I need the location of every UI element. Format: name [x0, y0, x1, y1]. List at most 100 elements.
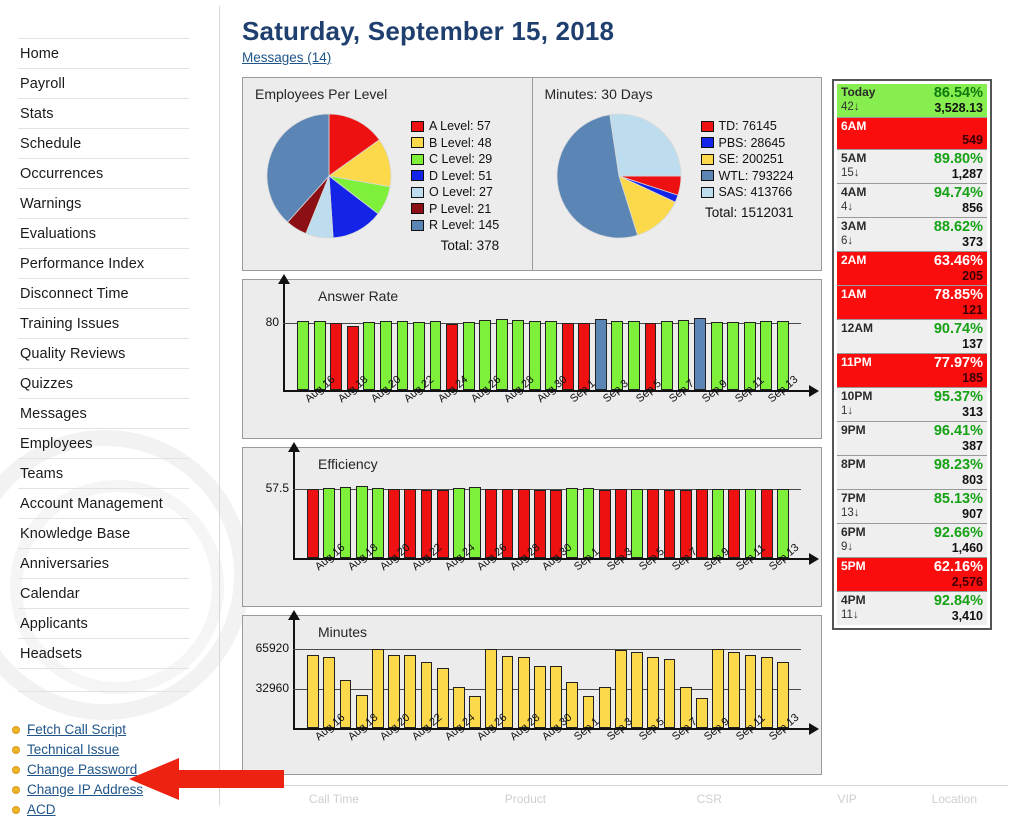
legend-label: P Level: 21: [429, 201, 492, 216]
legend-swatch-p-level: [411, 203, 424, 215]
hourly-row-9pm[interactable]: 9PM 96.41% 387: [837, 422, 987, 456]
hour-count: 549: [962, 133, 983, 147]
sidebar-item-knowledge-base[interactable]: Knowledge Base: [18, 519, 189, 549]
hourly-row-11pm[interactable]: 11PM 77.97% 185: [837, 354, 987, 388]
hour-count: 1,287: [951, 167, 983, 181]
sidebar-item-quality-reviews[interactable]: Quality Reviews: [18, 339, 189, 369]
legend-swatch-d-level: [411, 170, 424, 182]
hour-percentage: 98.23%: [933, 457, 983, 473]
legend-item: TD: 76145: [700, 118, 794, 135]
hourly-row-today[interactable]: Today 86.54% 42↓ 3,528.13: [837, 84, 987, 118]
hourly-row-8pm[interactable]: 8PM 98.23% 803: [837, 456, 987, 490]
sidebar-item-training-issues[interactable]: Training Issues: [18, 309, 189, 339]
legend-label: D Level: 51: [429, 168, 493, 183]
legend-swatch-td: [700, 120, 714, 132]
y-tick-label: 65920: [255, 641, 289, 656]
sidebar-item-calendar[interactable]: Calendar: [18, 579, 189, 609]
sidebar-item-headsets[interactable]: Headsets: [18, 639, 189, 669]
quick-link-technical-issue[interactable]: Technical Issue: [27, 742, 119, 757]
hour-count: 3,410: [951, 609, 983, 623]
sidebar-item-performance-index[interactable]: Performance Index: [18, 249, 189, 279]
pie-chart-employees-per-level: Employees Per Level A Level: 57 B Level: …: [243, 78, 532, 270]
hourly-row-3am[interactable]: 3AM 88.62% 6↓ 373: [837, 218, 987, 252]
hour-count: 2,576: [951, 575, 983, 589]
sidebar-item-schedule[interactable]: Schedule: [18, 129, 189, 159]
hour-percentage: 96.41%: [933, 423, 983, 439]
hour-count: 185: [962, 371, 983, 385]
y-axis-arrow: [288, 610, 300, 620]
legend-label: O Level: 27: [429, 185, 493, 199]
legend-label: C Level: 29: [429, 152, 493, 166]
main-content: Saturday, September 15, 2018 Messages (1…: [220, 0, 1024, 811]
pie-svg-minutes: [556, 113, 681, 239]
hourly-row-6am[interactable]: 6AM 549: [837, 118, 987, 150]
quick-link-row[interactable]: Technical Issue: [12, 742, 219, 757]
quick-link-row[interactable]: ACD: [12, 802, 219, 817]
hour-label: 9PM: [841, 423, 866, 437]
main-navigation: Home Payroll Stats Schedule Occurrences Warni…: [18, 38, 189, 692]
legend-item: P Level: 21: [411, 201, 499, 218]
hourly-row-2am[interactable]: 2AM 63.46% 205: [837, 252, 987, 286]
hourly-row-6pm[interactable]: 6PM 92.66% 9↓ 1,460: [837, 524, 987, 558]
sidebar-item-anniversaries[interactable]: Anniversaries: [18, 549, 189, 579]
legend-swatch-b-level: [411, 137, 424, 149]
hour-percentage: 89.80%: [933, 151, 983, 167]
sidebar-item-account-management[interactable]: Account Management: [18, 489, 189, 519]
sidebar-item-applicants[interactable]: Applicants: [18, 609, 189, 639]
hour-percentage: 95.37%: [933, 389, 983, 405]
hour-delta: 42↓: [841, 101, 860, 113]
sidebar-item-stats[interactable]: Stats: [18, 99, 189, 129]
chart-bar: [663, 489, 676, 558]
sidebar-item-employees[interactable]: Employees: [18, 429, 189, 459]
chart-bar: [307, 654, 319, 728]
page-title: Saturday, September 15, 2018: [242, 16, 615, 46]
sidebar-item-quizzes[interactable]: Quizzes: [18, 369, 189, 399]
sidebar-item-evaluations[interactable]: Evaluations: [18, 219, 189, 249]
hourly-row-7pm[interactable]: 7PM 85.13% 13↓ 907: [837, 490, 987, 524]
hour-label: 10PM: [841, 389, 873, 403]
sidebar-item-warnings[interactable]: Warnings: [18, 189, 189, 219]
quick-link-acd[interactable]: ACD: [27, 802, 56, 817]
hourly-row-4am[interactable]: 4AM 94.74% 4↓ 856: [837, 184, 987, 218]
legend-item: WTL: 793224: [700, 168, 794, 185]
hour-percentage: 92.66%: [933, 525, 983, 541]
hourly-row-5pm[interactable]: 5PM 62.16% 2,576: [837, 558, 987, 592]
legend-label: PBS: 28645: [718, 135, 786, 150]
hour-label: 2AM: [841, 253, 867, 267]
y-axis-arrow: [288, 442, 300, 452]
hour-count: 1,460: [951, 541, 983, 555]
quick-link-row[interactable]: Fetch Call Script: [12, 722, 219, 737]
legend-item: C Level: 29: [411, 151, 499, 168]
y-axis-line: [283, 284, 285, 390]
legend-swatch-wtl: [700, 170, 714, 182]
hourly-stats-panel: Today 86.54% 42↓ 3,528.13 6AM 549 5AM 89.80% 15↓…: [832, 79, 992, 630]
hourly-row-5am[interactable]: 5AM 89.80% 15↓ 1,287: [837, 150, 987, 184]
bullet-icon: [12, 805, 20, 814]
hourly-row-10pm[interactable]: 10PM 95.37% 1↓ 313: [837, 388, 987, 422]
bottom-table-header: Call Time Product CSR VIP Location: [242, 785, 1008, 811]
y-tick-label: 57.5: [265, 481, 289, 495]
legend-item: D Level: 51: [411, 168, 499, 185]
hour-label: 4AM: [841, 185, 867, 199]
bar-chart-minutes: Minutes 65920 32960 Aug 16 Aug 18 Aug 20 Aug 2…: [242, 610, 822, 775]
quick-link-fetch-call-script[interactable]: Fetch Call Script: [27, 722, 126, 737]
sidebar-item-occurrences[interactable]: Occurrences: [18, 159, 189, 189]
hourly-row-1am[interactable]: 1AM 78.85% 121: [837, 286, 987, 320]
legend-swatch-se: [700, 153, 714, 165]
sidebar-item-disconnect-time[interactable]: Disconnect Time: [18, 279, 189, 309]
hour-count: 387: [962, 439, 983, 453]
legend-label: R Level: 145: [429, 218, 500, 232]
bullet-icon: [12, 765, 20, 774]
sidebar-item-teams[interactable]: Teams: [18, 459, 189, 489]
pie-slice-sas: [608, 113, 681, 177]
hour-label: 1AM: [841, 287, 867, 301]
messages-link[interactable]: Messages (14): [242, 50, 331, 65]
sidebar-item-messages[interactable]: Messages: [18, 399, 189, 429]
x-axis-arrow: [809, 553, 819, 565]
sidebar-item-home[interactable]: Home: [18, 38, 189, 69]
hourly-row-4pm[interactable]: 4PM 92.84% 11↓ 3,410: [837, 592, 987, 625]
hour-delta: 11↓: [841, 609, 859, 621]
sidebar-item-payroll[interactable]: Payroll: [18, 69, 189, 99]
hourly-row-12am[interactable]: 12AM 90.74% 137: [837, 320, 987, 354]
legend-label: SE: 200251: [718, 152, 784, 166]
